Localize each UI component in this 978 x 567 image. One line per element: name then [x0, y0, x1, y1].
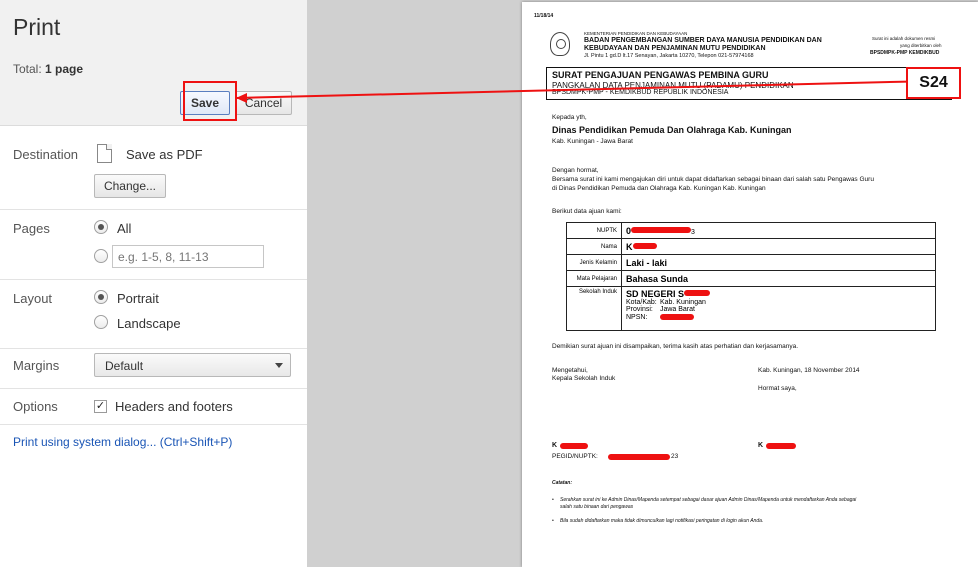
- doc-data-intro: Berikut data ajuan kami:: [552, 208, 622, 215]
- portrait-label: Portrait: [117, 291, 159, 306]
- doc-to-name: Dinas Pendidikan Pemuda Dan Olahraga Kab…: [552, 125, 792, 135]
- pages-label: Pages: [13, 221, 50, 236]
- table-value: Bahasa Sunda: [621, 270, 936, 287]
- doc-sign-right: K: [758, 442, 764, 449]
- doc-note1-line2: salah satu binaan dari pengawas: [560, 504, 634, 510]
- change-destination-button[interactable]: Change...: [94, 174, 166, 198]
- redaction-mark: [659, 314, 694, 320]
- doc-regards: Hormat saya,: [758, 385, 797, 392]
- doc-note-line1: Surat ini adalah dokumen resmi: [872, 36, 936, 41]
- headers-footers-checkbox[interactable]: ✓: [94, 400, 107, 413]
- layout-label: Layout: [13, 291, 53, 306]
- destination-section: Destination Save as PDF Change...: [0, 126, 307, 210]
- applicant-data-table: NUPTK 03 Nama K Jenis Kelamin Laki - lak…: [566, 222, 936, 331]
- table-row: Mata Pelajaran Bahasa Sunda: [566, 270, 936, 287]
- doc-note2-bullet: •: [552, 518, 554, 524]
- doc-pegid-tail: 23: [671, 453, 679, 460]
- table-row: Nama K: [566, 238, 936, 255]
- landscape-label: Landscape: [117, 316, 181, 331]
- table-row: NUPTK 03: [566, 222, 936, 239]
- headers-footers-label: Headers and footers: [115, 399, 233, 414]
- doc-note-line2: yang diterbitkan oleh: [900, 43, 942, 48]
- pages-custom-radio[interactable]: [94, 249, 108, 263]
- landscape-radio[interactable]: [94, 315, 108, 329]
- doc-body-line1: Bersama surat ini kami mengajukan diri u…: [552, 176, 874, 183]
- doc-head-label: Kepala Sekolah Induk: [552, 375, 616, 382]
- margins-selected: Default: [105, 359, 144, 373]
- margins-select[interactable]: Default: [94, 353, 291, 377]
- pages-section: Pages All: [0, 210, 307, 280]
- table-value: 03: [621, 222, 936, 239]
- doc-closing: Demikian surat ajuan ini disampaikan, te…: [552, 343, 799, 350]
- print-settings-panel: Print Total: 1 page Save Cancel Destinat…: [0, 0, 308, 567]
- doc-body-line2: di Dinas Pendidikan Pemuda dan Olahraga …: [552, 185, 766, 192]
- redaction-mark: [632, 242, 657, 249]
- table-key: Jenis Kelamin: [566, 254, 622, 271]
- total-pages: Total: 1 page: [13, 62, 83, 76]
- destination-value: Save as PDF: [126, 147, 203, 162]
- total-value: 1 page: [45, 62, 84, 76]
- redaction-mark: [608, 454, 670, 460]
- doc-letter-title: SURAT PENGAJUAN PENGAWAS PEMBINA GURU: [552, 70, 769, 80]
- doc-known-label: Mengetahui,: [552, 367, 588, 374]
- doc-ministry: KEMENTERIAN PENDIDIKAN DAN KEBUDAYAAN: [584, 31, 688, 36]
- doc-note1-line1: Serahkan surat ini ke Admin Dinas/Mapend…: [560, 497, 857, 503]
- pages-custom-input[interactable]: [112, 245, 264, 268]
- table-key: NUPTK: [566, 222, 622, 239]
- doc-to-label: Kepada yth,: [552, 114, 587, 121]
- margins-section: Margins Default: [0, 349, 307, 389]
- doc-to-location: Kab. Kuningan - Jawa Barat: [552, 138, 633, 145]
- document-icon: [97, 144, 112, 163]
- doc-note2: Bila sudah didaftarkan maka tidak dimunc…: [560, 518, 764, 524]
- s24-code-label: S24: [906, 67, 961, 99]
- options-section: Options ✓ Headers and footers: [0, 389, 307, 425]
- print-title: Print: [13, 14, 61, 40]
- doc-agency-line2: KEBUDAYAAN DAN PENJAMINAN MUTU PENDIDIKA…: [584, 45, 766, 52]
- redaction-mark: [766, 443, 796, 449]
- table-row: Sekolah Induk SD NEGERI S Kota/Kab: Kab.…: [566, 286, 936, 331]
- table-key: Mata Pelajaran: [566, 270, 622, 287]
- portrait-radio[interactable]: [94, 290, 108, 304]
- table-value: K: [621, 238, 936, 255]
- system-dialog-link[interactable]: Print using system dialog... (Ctrl+Shift…: [13, 435, 232, 449]
- table-value: Laki - laki: [621, 254, 936, 271]
- table-key: Sekolah Induk: [566, 286, 622, 331]
- redaction-mark: [684, 290, 711, 296]
- print-header: Print Total: 1 page Save Cancel: [0, 0, 307, 126]
- destination-label: Destination: [13, 147, 79, 162]
- redaction-mark: [560, 443, 588, 449]
- doc-address: Jl. Pintu 1 gd.D lt.17 Senayan, Jakarta …: [584, 53, 754, 59]
- crest-icon: [550, 32, 570, 56]
- doc-note1-bullet: •: [552, 497, 554, 503]
- doc-agency-line1: BADAN PENGEMBANGAN SUMBER DAYA MANUSIA P…: [584, 37, 822, 44]
- table-value: SD NEGERI S Kota/Kab: Kab. Kuningan Prov…: [621, 286, 936, 331]
- doc-greeting: Dengan hormat,: [552, 167, 599, 174]
- table-key: Nama: [566, 238, 622, 255]
- pages-all-label: All: [117, 221, 132, 236]
- pages-all-radio[interactable]: [94, 220, 108, 234]
- doc-notes-title: Catatan:: [552, 480, 573, 486]
- print-preview-area: 11/18/14 KEMENTERIAN PENDIDIKAN DAN KEBU…: [308, 0, 978, 567]
- layout-section: Layout Portrait Landscape: [0, 280, 307, 349]
- options-label: Options: [13, 399, 58, 414]
- chevron-down-icon: [275, 363, 283, 368]
- doc-sign-left: K: [552, 442, 558, 449]
- doc-pegid-label: PEGID/NUPTK:: [552, 453, 598, 460]
- doc-place-date: Kab. Kuningan, 18 November 2014: [758, 367, 860, 374]
- doc-date: 11/18/14: [534, 13, 554, 19]
- redaction-mark: [631, 226, 692, 233]
- table-row: Jenis Kelamin Laki - laki: [566, 254, 936, 271]
- save-highlight-box: [183, 81, 237, 121]
- total-label: Total:: [13, 62, 42, 76]
- arrow-left-icon: [236, 93, 247, 103]
- doc-note-line3: BPSDMPK-PMP KEMDIKBUD: [870, 50, 940, 56]
- margins-label: Margins: [13, 358, 60, 373]
